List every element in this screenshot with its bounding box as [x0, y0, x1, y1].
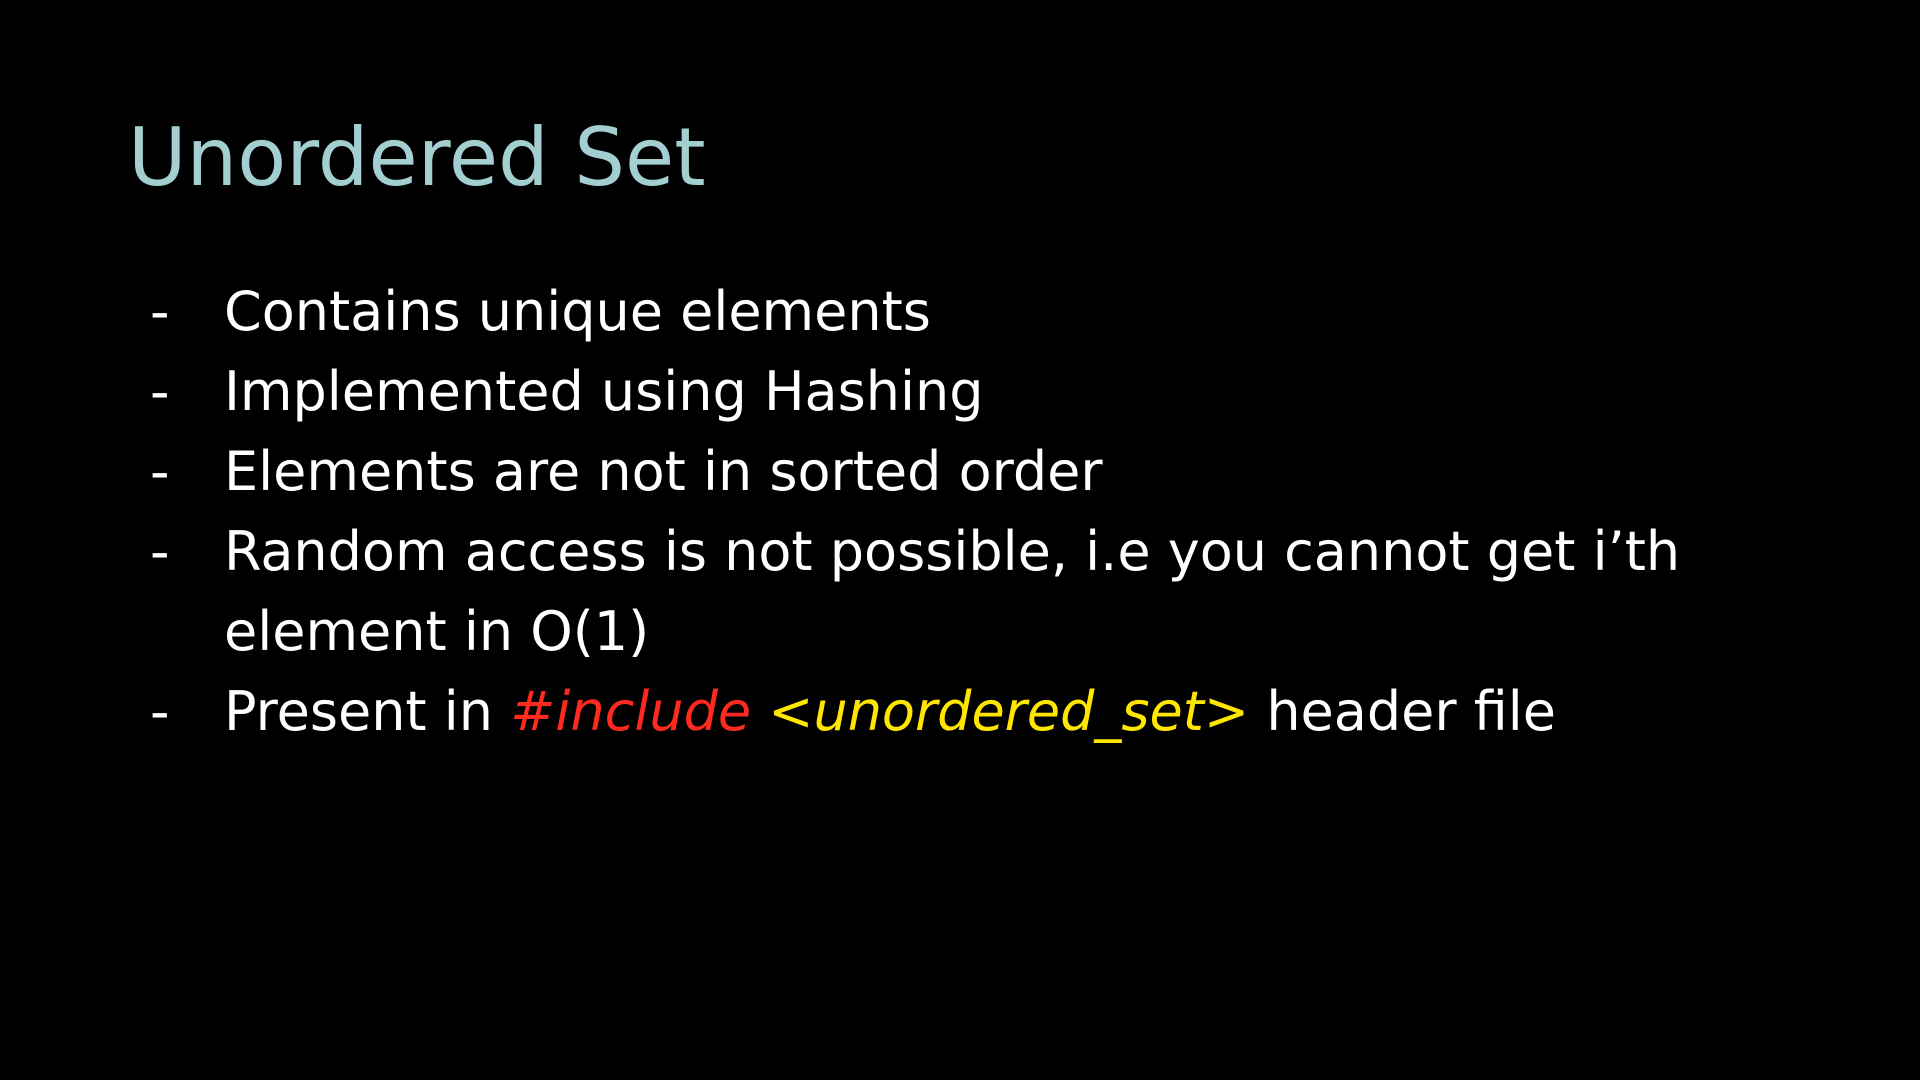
bullet-text-line-2: element in O(1) [224, 600, 650, 663]
bullet-marker: - [150, 520, 170, 583]
bullet-list: - Contains unique elements - Implemented… [150, 272, 1850, 752]
slide-title: Unordered Set [128, 111, 706, 204]
bullet-text: Implemented using Hashing [224, 360, 984, 423]
list-item: - Random access is not possible, i.e you… [150, 512, 1850, 672]
slide: Unordered Set - Contains unique elements… [0, 0, 1920, 1080]
bullet-marker: - [150, 360, 170, 423]
list-item: - Contains unique elements [150, 272, 1850, 352]
bullet-marker: - [150, 440, 170, 503]
bullet-text-multiline: Random access is not possible, i.e you c… [224, 512, 1850, 672]
include-suffix: header file [1249, 680, 1556, 743]
include-space [751, 680, 768, 743]
include-keyword: #include [510, 680, 752, 743]
list-item: - Present in #include <unordered_set> he… [150, 672, 1850, 752]
bullet-text-line-1: Random access is not possible, i.e you c… [224, 520, 1681, 583]
bullet-text: Elements are not in sorted order [224, 440, 1103, 503]
list-item: - Implemented using Hashing [150, 352, 1850, 432]
bullet-marker: - [150, 680, 170, 743]
bullet-text: Contains unique elements [224, 280, 931, 343]
list-item: - Elements are not in sorted order [150, 432, 1850, 512]
include-prefix: Present in [224, 680, 511, 743]
bullet-text-include: Present in #include <unordered_set> head… [224, 672, 1850, 752]
header-name: <unordered_set> [768, 680, 1250, 743]
bullet-marker: - [150, 280, 170, 343]
